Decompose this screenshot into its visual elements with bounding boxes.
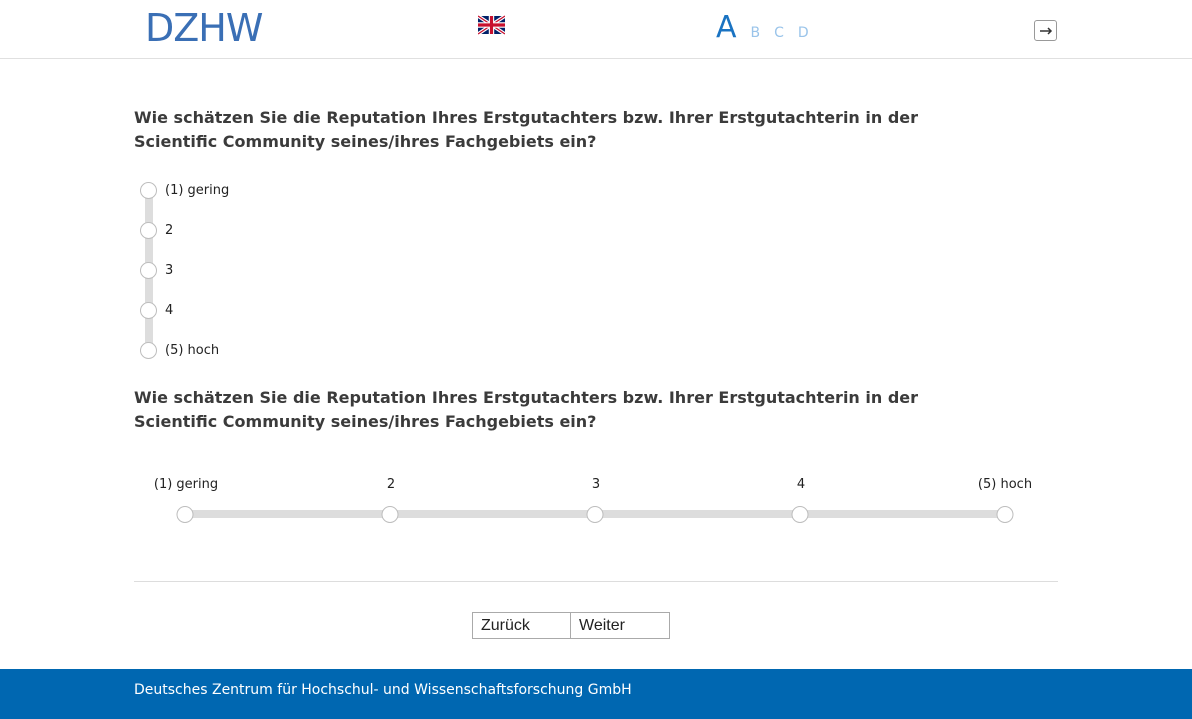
radio-button[interactable] <box>140 341 157 359</box>
font-size-a[interactable]: A <box>716 10 737 45</box>
horizontal-radio-3[interactable] <box>586 506 604 523</box>
uk-flag-icon[interactable] <box>477 14 506 36</box>
logout-button[interactable] <box>1034 20 1057 41</box>
vertical-rating-scale: (1) gering 2 3 4 (5) hoch <box>140 180 440 360</box>
option-label: 2 <box>165 222 174 238</box>
question-2-text: Wie schätzen Sie die Reputation Ihres Er… <box>134 388 919 431</box>
logout-icon <box>1040 27 1053 35</box>
vertical-option-3[interactable]: 3 <box>140 261 173 279</box>
next-button[interactable]: Weiter <box>571 612 670 639</box>
horizontal-radio-2[interactable] <box>381 506 399 523</box>
vertical-option-5[interactable]: (5) hoch <box>140 341 219 359</box>
footer: Deutsches Zentrum für Hochschul- und Wis… <box>0 669 1192 719</box>
navigation-buttons: Zurück Weiter <box>472 612 670 639</box>
radio-button[interactable] <box>140 181 157 199</box>
font-size-b[interactable]: B <box>751 25 761 41</box>
vertical-option-1[interactable]: (1) gering <box>140 181 229 199</box>
radio-button[interactable] <box>140 261 157 279</box>
option-label: 4 <box>165 302 174 318</box>
horizontal-label-2: 2 <box>386 477 396 492</box>
horizontal-label-1: (1) gering <box>153 477 219 492</box>
horizontal-radio-5[interactable] <box>996 506 1014 523</box>
header: DZHW A B C D <box>0 0 1192 59</box>
horizontal-rating-scale: (1) gering 2 3 4 (5) hoch <box>134 470 1058 530</box>
divider <box>134 581 1058 582</box>
dzhw-logo: DZHW <box>145 6 263 50</box>
back-button[interactable]: Zurück <box>472 612 571 639</box>
option-label: 3 <box>165 262 174 278</box>
radio-button[interactable] <box>140 301 157 319</box>
font-size-d[interactable]: D <box>798 25 809 41</box>
option-label: (5) hoch <box>165 342 220 358</box>
vertical-option-2[interactable]: 2 <box>140 221 173 239</box>
footer-text: Deutsches Zentrum für Hochschul- und Wis… <box>134 682 632 698</box>
option-label: (1) gering <box>165 182 230 198</box>
font-size-switch: A B C D <box>716 10 823 45</box>
radio-button[interactable] <box>140 221 157 239</box>
vertical-option-4[interactable]: 4 <box>140 301 173 319</box>
horizontal-label-4: 4 <box>796 477 806 492</box>
horizontal-label-5: (5) hoch <box>977 477 1033 492</box>
question-1-text: Wie schätzen Sie die Reputation Ihres Er… <box>134 108 919 151</box>
horizontal-radio-1[interactable] <box>176 506 194 523</box>
font-size-c[interactable]: C <box>774 25 784 41</box>
horizontal-radio-4[interactable] <box>791 506 809 523</box>
horizontal-label-3: 3 <box>591 477 601 492</box>
